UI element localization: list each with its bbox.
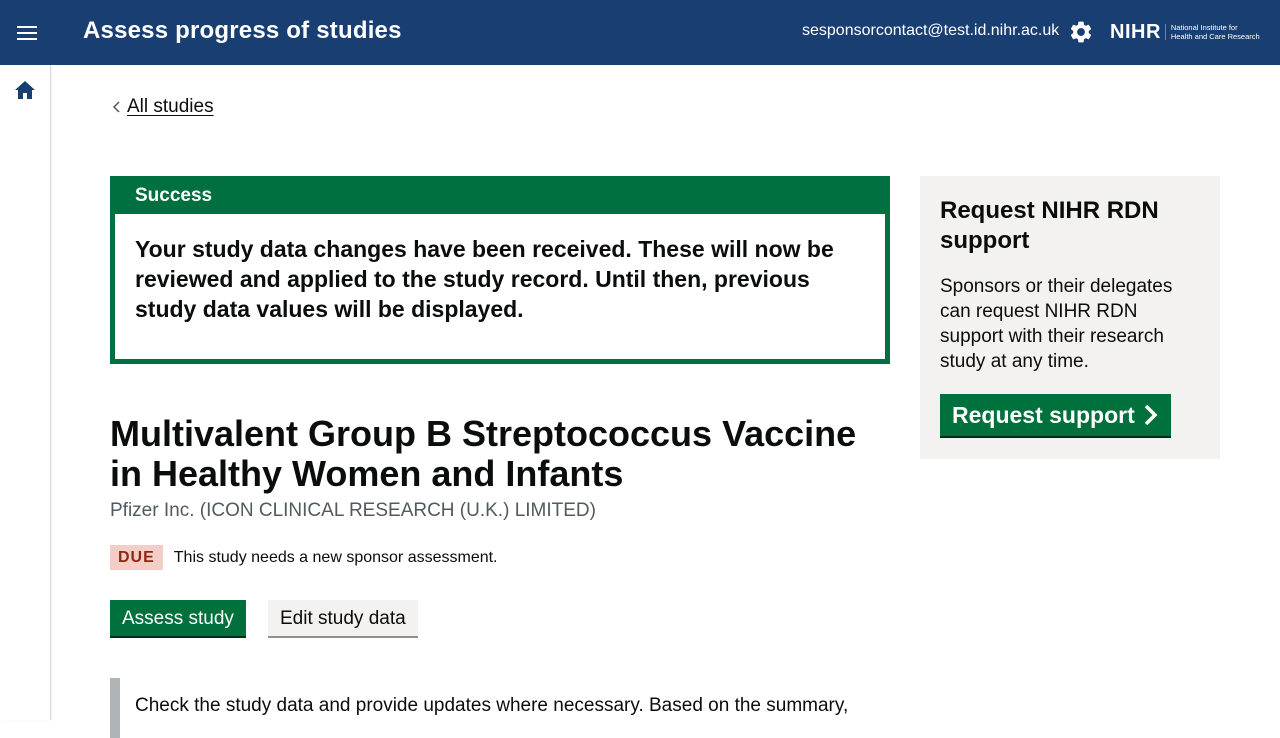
assess-study-button[interactable]: Assess study (110, 600, 246, 636)
chevron-left-icon (112, 101, 120, 113)
success-message: Your study data changes have been receiv… (115, 214, 885, 359)
top-header: Assess progress of studies sesponsorcont… (0, 0, 1280, 65)
logo-line-2: Health and Care Research (1170, 32, 1260, 41)
logo-text: National Institute for Health and Care R… (1171, 23, 1260, 41)
inset-text: Check the study data and provide updates… (110, 678, 880, 738)
success-banner: Success Your study data changes have bee… (110, 176, 890, 364)
sidebar (0, 65, 51, 720)
gear-icon[interactable] (1068, 19, 1094, 45)
study-sponsor: Pfizer Inc. (ICON CLINICAL RESEARCH (U.K… (110, 500, 596, 521)
logo-line-1: National Institute for (1170, 23, 1238, 32)
chevron-right-icon (1144, 404, 1158, 426)
nihr-logo: NIHR National Institute for Health and C… (1110, 19, 1260, 45)
back-link-label: All studies (127, 96, 214, 117)
back-link[interactable]: All studies (110, 96, 214, 118)
edit-study-data-button[interactable]: Edit study data (268, 600, 418, 636)
home-icon[interactable] (13, 79, 39, 103)
success-title: Success (135, 185, 213, 206)
support-panel-text: Sponsors or their delegates can request … (940, 276, 1173, 372)
status-text: This study needs a new sponsor assessmen… (173, 548, 498, 566)
request-support-label: Request support (952, 401, 1135, 428)
app-title: Assess progress of studies (83, 17, 402, 44)
status-row: DUE This study needs a new sponsor asses… (110, 545, 498, 570)
request-support-button[interactable]: Request support (940, 394, 1171, 436)
user-email: sesponsorcontact@test.id.nihr.ac.uk (802, 22, 1060, 39)
status-badge: DUE (110, 545, 163, 570)
menu-icon[interactable] (10, 16, 44, 50)
support-panel-title: Request NIHR RDN support (940, 197, 1159, 254)
logo-mark: NIHR (1110, 20, 1161, 43)
support-panel: Request NIHR RDN support Sponsors or the… (920, 176, 1220, 459)
logo-divider (1164, 24, 1166, 40)
study-title: Multivalent Group B Streptococcus Vaccin… (110, 413, 857, 494)
